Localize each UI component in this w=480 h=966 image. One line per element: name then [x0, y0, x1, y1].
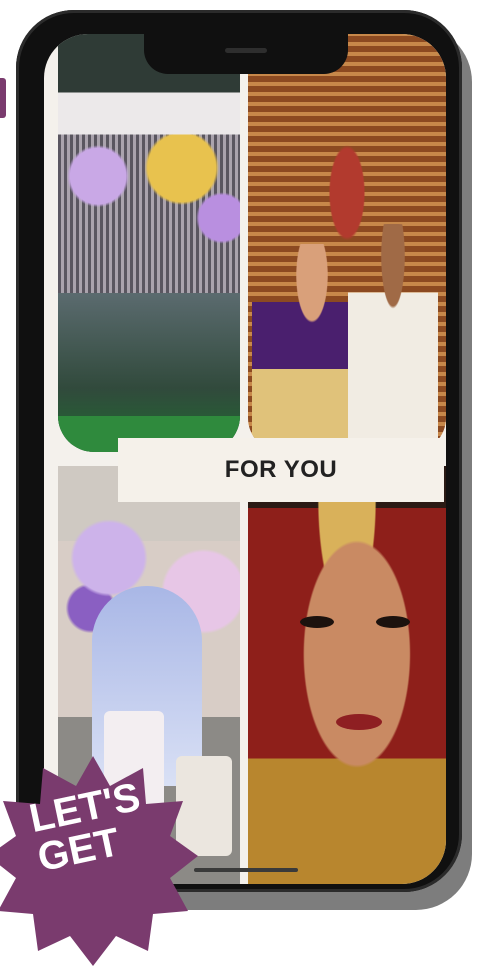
bride-lips [336, 714, 382, 730]
phone-notch [144, 34, 348, 74]
tile-bridal-portrait[interactable] [248, 466, 446, 884]
tile-wedding-couple[interactable] [248, 34, 446, 452]
speaker-grille [225, 48, 267, 53]
side-tab-accent [0, 78, 6, 118]
tile-birthday-party-decor[interactable] [58, 34, 240, 452]
for-you-label: FOR YOU [118, 438, 444, 502]
bride-eye-left [300, 616, 334, 628]
home-indicator [194, 868, 298, 872]
bride-eye-right [376, 616, 410, 628]
groom-figure [348, 224, 438, 452]
